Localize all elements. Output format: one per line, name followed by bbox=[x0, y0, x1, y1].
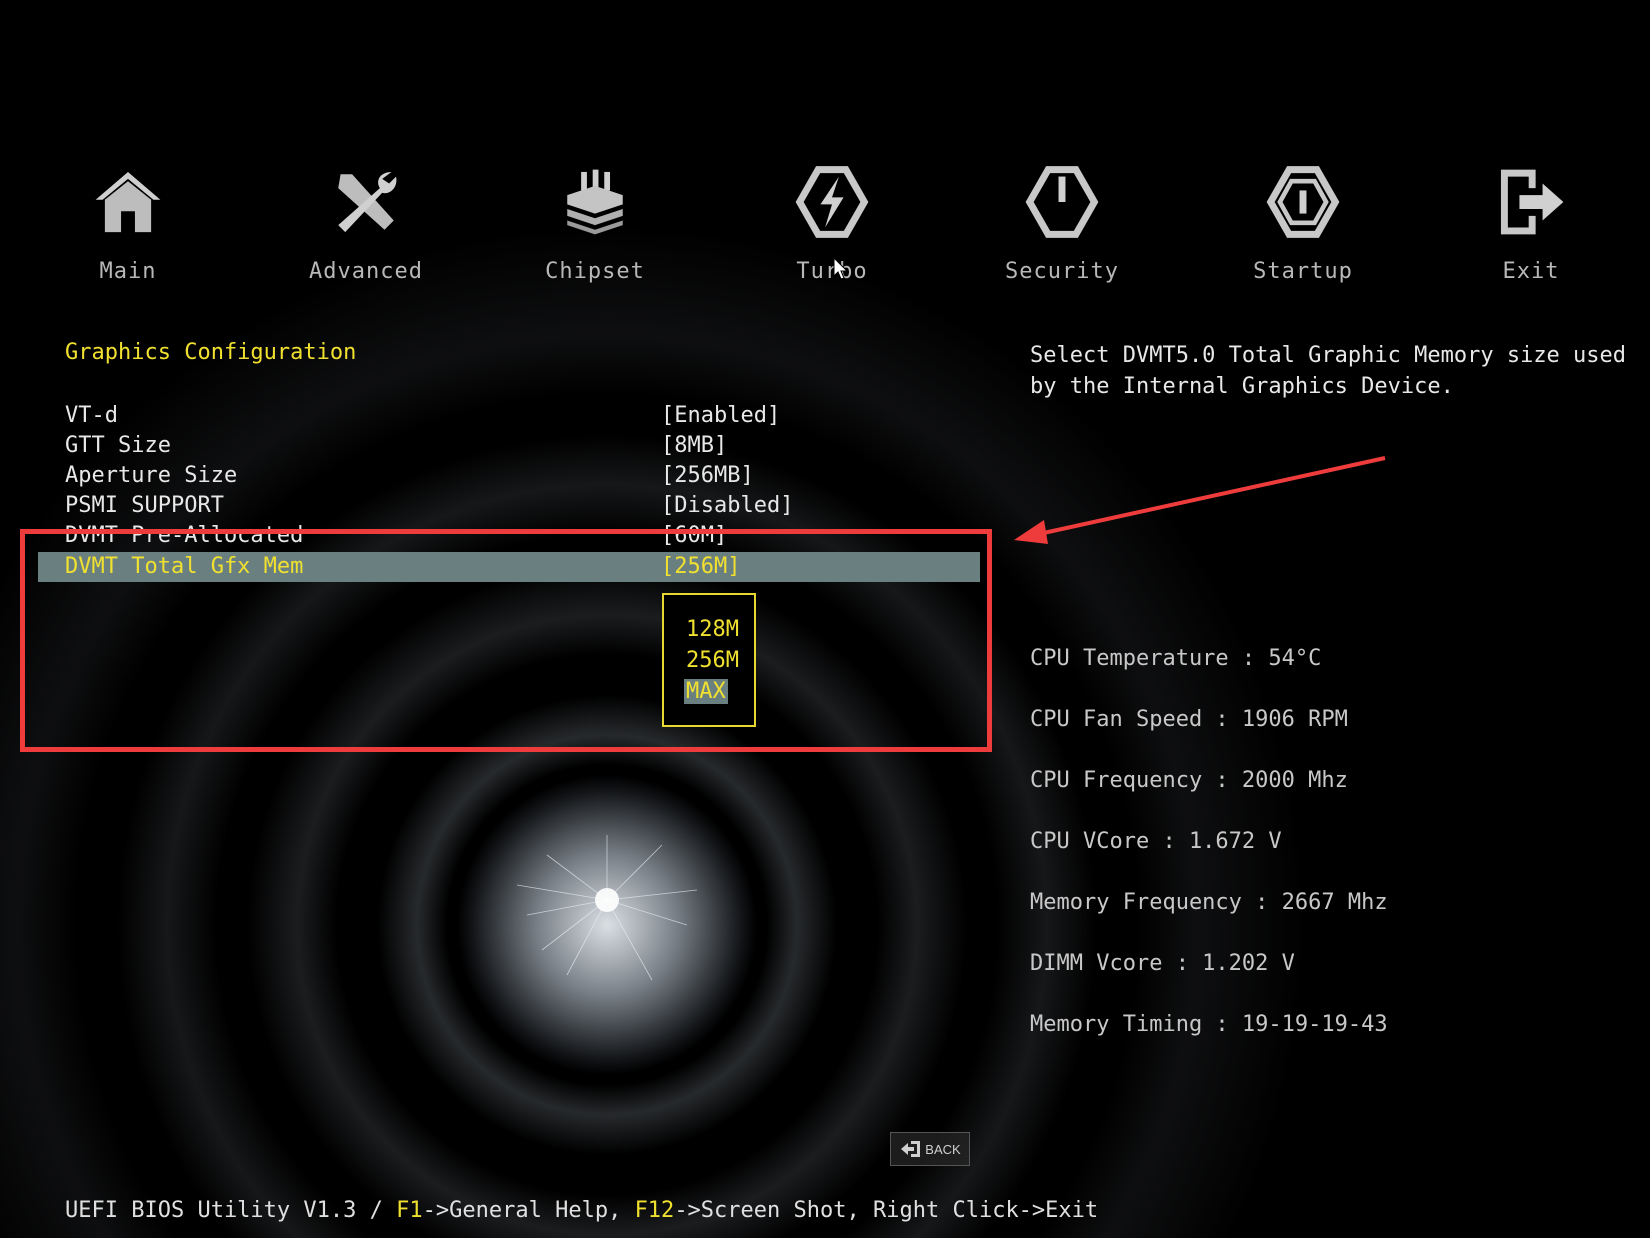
status-cpu-temperature: CPU Temperature : 54°C bbox=[1030, 646, 1322, 671]
tools-icon bbox=[281, 165, 451, 245]
mouse-cursor-icon bbox=[833, 257, 849, 280]
footer-hint-bar: UEFI BIOS Utility V1.3 / F1->General Hel… bbox=[65, 1198, 1098, 1223]
setting-row-psmi-support[interactable]: PSMI SUPPORT [Disabled] bbox=[38, 491, 980, 521]
footer-key-f1: F1 bbox=[396, 1198, 423, 1223]
nav-tab-label: Advanced bbox=[309, 259, 423, 284]
status-memory-timing: Memory Timing : 19-19-19-43 bbox=[1030, 1012, 1388, 1037]
setting-value[interactable]: [Enabled] bbox=[661, 403, 780, 428]
setting-row-aperture-size[interactable]: Aperture Size [256MB] bbox=[38, 461, 980, 491]
nav-tab-chipset[interactable]: Chipset bbox=[510, 165, 680, 284]
nav-tab-label: Security bbox=[1005, 259, 1119, 284]
nav-tab-exit[interactable]: Exit bbox=[1446, 165, 1616, 284]
nav-tab-label: Main bbox=[99, 259, 157, 284]
help-description: Select DVMT5.0 Total Graphic Memory size… bbox=[1030, 343, 1627, 399]
status-cpu-frequency: CPU Frequency : 2000 Mhz bbox=[1030, 768, 1348, 793]
footer-text-general-help: ->General Help, bbox=[422, 1198, 635, 1223]
setting-name: VT-d bbox=[65, 403, 118, 428]
nav-tab-advanced[interactable]: Advanced bbox=[281, 165, 451, 284]
nav-tab-security[interactable]: Security bbox=[977, 165, 1147, 284]
status-dimm-vcore: DIMM Vcore : 1.202 V bbox=[1030, 951, 1295, 976]
power-icon bbox=[977, 165, 1147, 245]
back-button[interactable]: BACK bbox=[890, 1132, 970, 1166]
setting-value[interactable]: [Disabled] bbox=[661, 493, 793, 518]
status-memory-frequency: Memory Frequency : 2667 Mhz bbox=[1030, 890, 1388, 915]
footer-text-screenshot-exit: ->Screen Shot, Right Click->Exit bbox=[674, 1198, 1099, 1223]
lightning-icon bbox=[747, 165, 917, 245]
exit-icon bbox=[1446, 165, 1616, 245]
footer-key-f12: F12 bbox=[634, 1198, 675, 1223]
setting-name: Aperture Size bbox=[65, 463, 238, 488]
setting-name: GTT Size bbox=[65, 433, 171, 458]
top-navigation: Main Advanced Chipset Turbo Security Sta… bbox=[0, 165, 1650, 295]
nav-tab-turbo[interactable]: Turbo bbox=[747, 165, 917, 284]
nav-tab-label: Turbo bbox=[796, 259, 868, 284]
setting-value[interactable]: [256MB] bbox=[661, 463, 754, 488]
back-arrow-icon bbox=[901, 1141, 921, 1157]
home-icon bbox=[43, 165, 213, 245]
setting-row-gtt-size[interactable]: GTT Size [8MB] bbox=[38, 431, 980, 461]
nav-tab-label: Exit bbox=[1502, 259, 1560, 284]
status-cpu-fan-speed: CPU Fan Speed : 1906 RPM bbox=[1030, 707, 1348, 732]
nav-tab-startup[interactable]: Startup bbox=[1218, 165, 1388, 284]
setting-row-vt-d[interactable]: VT-d [Enabled] bbox=[38, 401, 980, 431]
nav-tab-label: Startup bbox=[1253, 259, 1353, 284]
setting-value[interactable]: [8MB] bbox=[661, 433, 727, 458]
section-title: Graphics Configuration bbox=[65, 340, 357, 365]
nav-tab-main[interactable]: Main bbox=[43, 165, 213, 284]
footer-prefix: UEFI BIOS Utility V1.3 / bbox=[65, 1198, 397, 1223]
nav-tab-label: Chipset bbox=[545, 259, 645, 284]
back-button-label: BACK bbox=[925, 1141, 961, 1157]
status-cpu-vcore: CPU VCore : 1.672 V bbox=[1030, 829, 1282, 854]
startup-icon bbox=[1218, 165, 1388, 245]
annotation-arrow bbox=[1014, 456, 1386, 544]
chip-icon bbox=[510, 165, 680, 245]
setting-name: PSMI SUPPORT bbox=[65, 493, 224, 518]
annotation-highlight-box bbox=[20, 529, 992, 752]
